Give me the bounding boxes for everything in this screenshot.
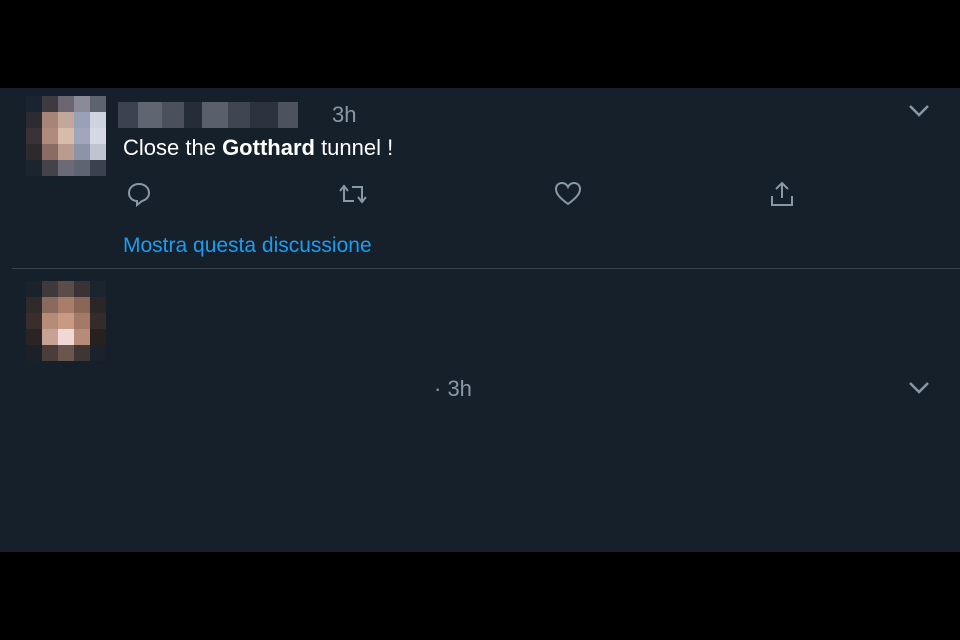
like-button[interactable] <box>554 181 594 207</box>
heart-icon <box>554 181 582 206</box>
text-segment: Close the <box>123 135 223 160</box>
retweet-button[interactable] <box>338 181 380 207</box>
share-button[interactable] <box>768 180 796 208</box>
tweet-timestamp[interactable]: 3h <box>332 102 356 128</box>
text-segment: tunnel ! <box>314 135 394 160</box>
reply-icon <box>127 182 151 207</box>
share-icon <box>771 181 793 206</box>
timeline: 3h Close the Gotthard tunnel ! Mostra qu… <box>0 88 960 552</box>
avatar[interactable] <box>26 281 106 361</box>
retweet-icon <box>339 184 367 204</box>
reply-button[interactable] <box>126 181 164 207</box>
tweet-timestamp[interactable]: · 3h <box>434 376 472 402</box>
tweet-text: Close the Gotthard tunnel ! <box>123 134 393 162</box>
show-thread-link[interactable]: Mostra questa discussione <box>123 234 372 258</box>
tweet[interactable]: 3h Close the Gotthard tunnel ! Mostra qu… <box>0 88 960 268</box>
bold-keyword: Gotthard <box>222 135 315 160</box>
tweet[interactable]: · 3h <box>0 269 960 411</box>
chevron-down-icon[interactable] <box>908 381 930 395</box>
chevron-down-icon[interactable] <box>908 104 930 118</box>
avatar[interactable] <box>26 96 106 176</box>
redacted-username[interactable] <box>118 102 298 128</box>
